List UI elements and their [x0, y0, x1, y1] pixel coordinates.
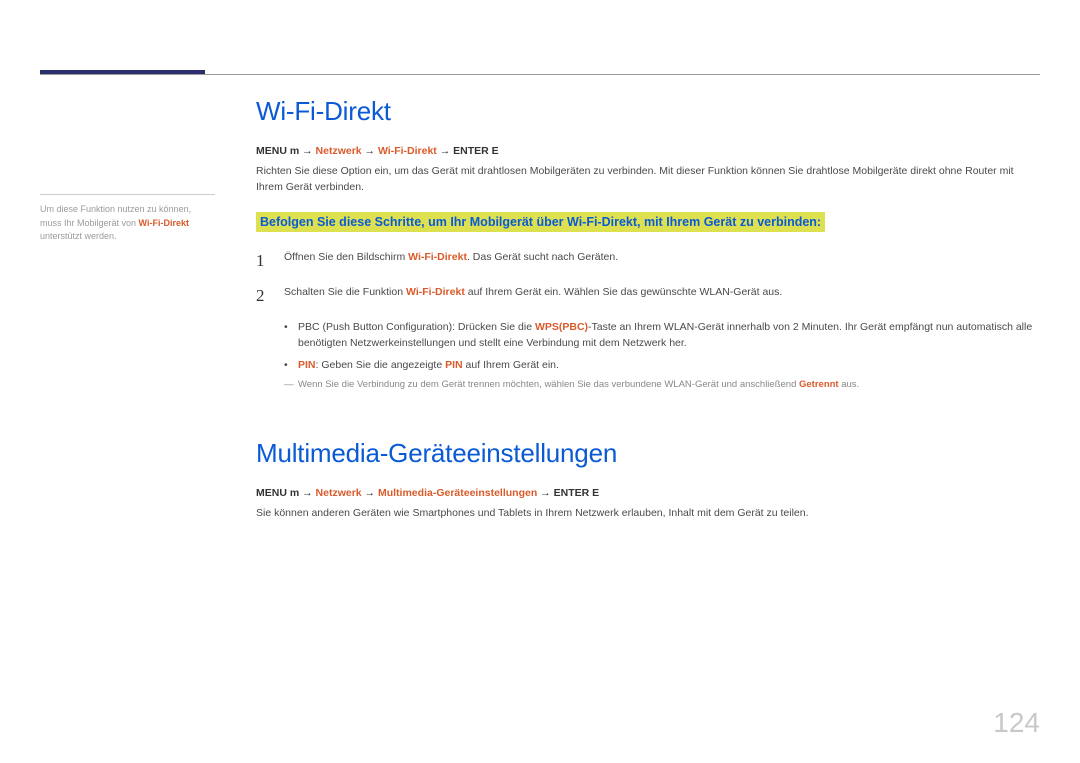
- bullet1-pre: PBC (Push Button Configuration): Drücken…: [298, 321, 535, 333]
- footnote-text: Wenn Sie die Verbindung zu dem Gerät tre…: [298, 379, 1040, 390]
- section1-highlight: Befolgen Sie diese Schritte, um Ihr Mobi…: [256, 212, 825, 232]
- bullet2-em1: PIN: [298, 359, 316, 371]
- menu-item-multimedia: Multimedia-Geräteeinstellungen: [378, 487, 537, 499]
- step2-em: Wi-Fi-Direkt: [406, 286, 465, 298]
- step-number: 1: [256, 248, 284, 274]
- step1-post: . Das Gerät sucht nach Geräten.: [467, 251, 618, 263]
- section2-body: Sie können anderen Geräten wie Smartphon…: [256, 505, 1040, 521]
- step-body: Schalten Sie die Funktion Wi-Fi-Direkt a…: [284, 283, 1040, 301]
- section2-title: Multimedia-Geräteeinstellungen: [256, 438, 1040, 469]
- step1-pre: Öffnen Sie den Bildschirm: [284, 251, 408, 263]
- bullet-item: • PIN: Geben Sie die angezeigte PIN auf …: [284, 357, 1040, 373]
- footnote-dash-icon: ―: [284, 379, 298, 390]
- bullet2-post: auf Ihrem Gerät ein.: [463, 359, 559, 371]
- arrow-icon: →: [362, 487, 378, 499]
- bullet1-em: WPS(PBC): [535, 321, 588, 333]
- menu-enter: ENTER: [554, 487, 593, 499]
- arrow-icon: →: [362, 145, 378, 157]
- bullet2-em2: PIN: [445, 359, 463, 371]
- section2: Multimedia-Geräteeinstellungen MENU m → …: [256, 438, 1040, 521]
- menu-glyph-icon: m: [290, 487, 299, 499]
- menu-label: MENU: [256, 487, 290, 499]
- section1-intro: Richten Sie diese Option ein, um das Ger…: [256, 163, 1040, 196]
- step-number: 2: [256, 283, 284, 309]
- bullet-dot-icon: •: [284, 319, 298, 352]
- side-note: Um diese Funktion nutzen zu können, muss…: [40, 194, 215, 244]
- step-body: Öffnen Sie den Bildschirm Wi-Fi-Direkt. …: [284, 248, 1040, 266]
- menu-enter: ENTER: [453, 145, 492, 157]
- menu-glyph-icon: m: [290, 145, 299, 157]
- menu-item-netzwerk: Netzwerk: [316, 487, 362, 499]
- menu-item-netzwerk: Netzwerk: [316, 145, 362, 157]
- step1-em: Wi-Fi-Direkt: [408, 251, 467, 263]
- footnote-pre: Wenn Sie die Verbindung zu dem Gerät tre…: [298, 379, 799, 390]
- steps-list: 1 Öffnen Sie den Bildschirm Wi-Fi-Direkt…: [256, 248, 1040, 309]
- arrow-icon: →: [299, 145, 315, 157]
- arrow-icon: →: [537, 487, 553, 499]
- bullet-text: PIN: Geben Sie die angezeigte PIN auf Ih…: [298, 357, 1040, 373]
- main-content: Wi-Fi-Direkt MENU m → Netzwerk → Wi-Fi-D…: [256, 96, 1040, 538]
- page-number: 124: [993, 707, 1040, 739]
- arrow-icon: →: [299, 487, 315, 499]
- header-divider: [40, 74, 1040, 75]
- bullet-list: • PBC (Push Button Configuration): Drück…: [284, 319, 1040, 374]
- footnote: ― Wenn Sie die Verbindung zu dem Gerät t…: [284, 379, 1040, 390]
- bullet-text: PBC (Push Button Configuration): Drücken…: [298, 319, 1040, 352]
- enter-glyph-icon: E: [592, 487, 599, 499]
- step-1: 1 Öffnen Sie den Bildschirm Wi-Fi-Direkt…: [256, 248, 1040, 274]
- menu-item-wifidirekt: Wi-Fi-Direkt: [378, 145, 437, 157]
- bullet-item: • PBC (Push Button Configuration): Drück…: [284, 319, 1040, 352]
- section1-menupath: MENU m → Netzwerk → Wi-Fi-Direkt → ENTER…: [256, 145, 1040, 157]
- side-note-em: Wi-Fi-Direkt: [139, 218, 189, 228]
- section1-title: Wi-Fi-Direkt: [256, 96, 1040, 127]
- menu-label: MENU: [256, 145, 290, 157]
- bullet-dot-icon: •: [284, 357, 298, 373]
- section2-menupath: MENU m → Netzwerk → Multimedia-Geräteein…: [256, 487, 1040, 499]
- side-note-post: unterstützt werden.: [40, 231, 117, 241]
- step2-post: auf Ihrem Gerät ein. Wählen Sie das gewü…: [465, 286, 782, 298]
- step2-pre: Schalten Sie die Funktion: [284, 286, 406, 298]
- bullet2-mid: : Geben Sie die angezeigte: [316, 359, 446, 371]
- footnote-post: aus.: [839, 379, 860, 390]
- step-2: 2 Schalten Sie die Funktion Wi-Fi-Direkt…: [256, 283, 1040, 309]
- enter-glyph-icon: E: [492, 145, 499, 157]
- footnote-em: Getrennt: [799, 379, 839, 390]
- arrow-icon: →: [437, 145, 453, 157]
